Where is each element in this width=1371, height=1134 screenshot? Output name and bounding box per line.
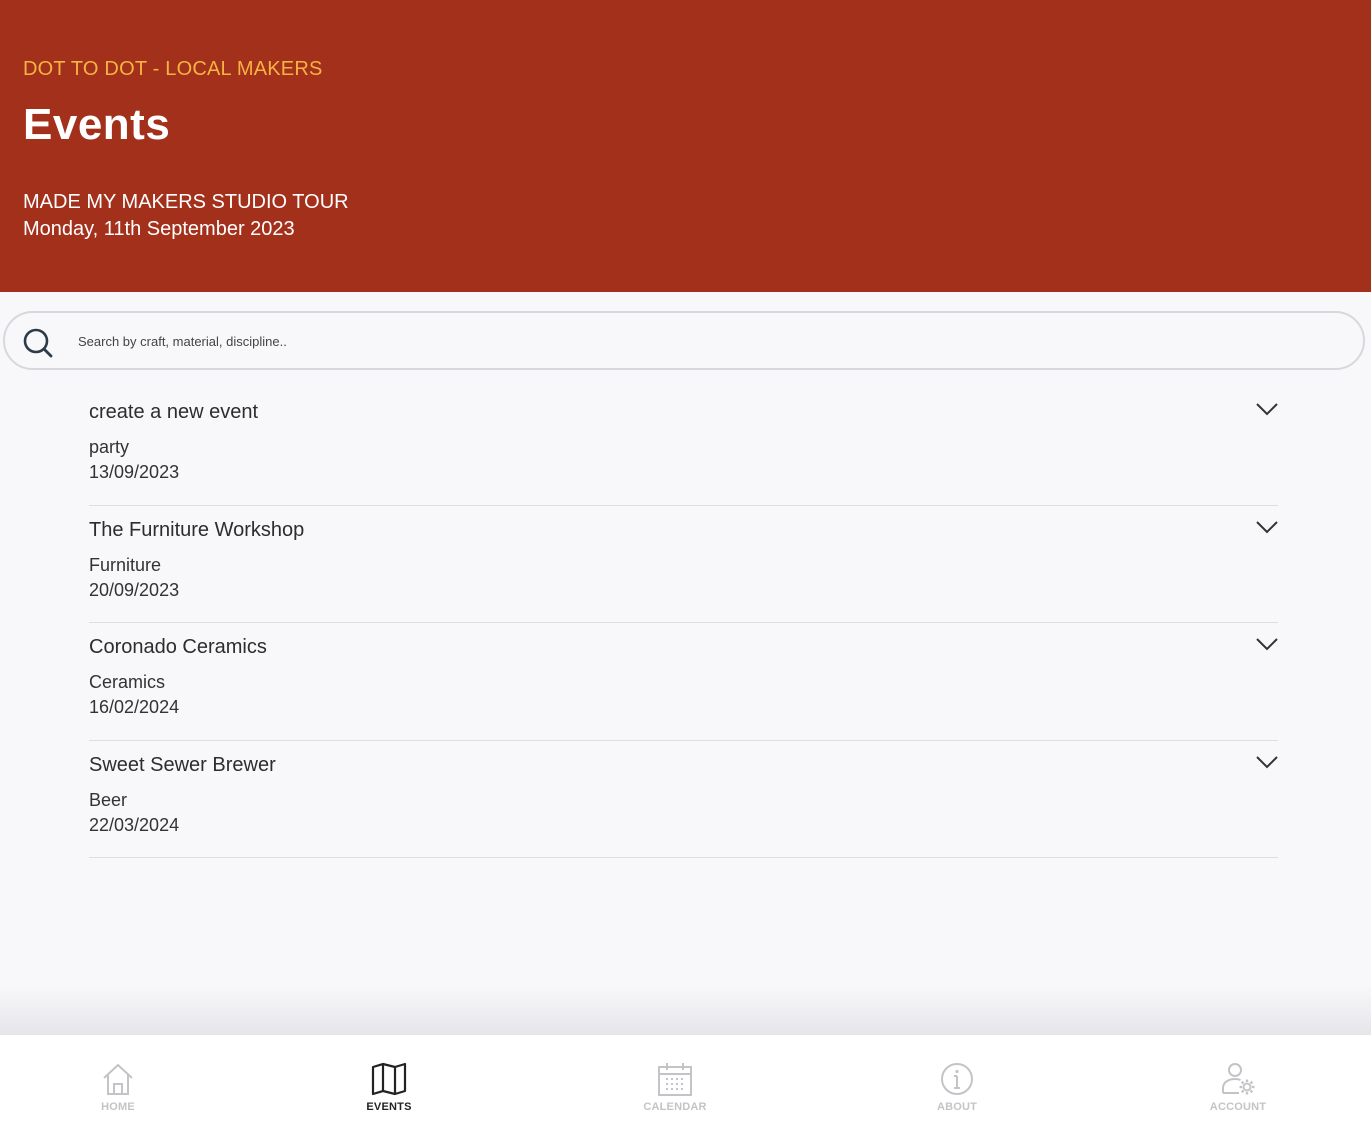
chevron-down-icon[interactable] (1256, 402, 1278, 416)
tab-label: CALENDAR (643, 1101, 707, 1113)
info-icon (941, 1063, 973, 1095)
tab-label: HOME (101, 1101, 135, 1113)
tab-calendar[interactable]: CALENDAR (615, 1035, 735, 1134)
header: DOT TO DOT - LOCAL MAKERS Events MADE MY… (0, 0, 1371, 292)
search-bar[interactable] (3, 311, 1365, 370)
page-title: Events (23, 100, 171, 149)
scroll-fade (0, 985, 1371, 1035)
event-date: 22/03/2024 (89, 814, 180, 835)
event-category: Beer (89, 789, 128, 810)
search-input[interactable] (78, 329, 1278, 353)
event-title: Sweet Sewer Brewer (89, 753, 276, 776)
event-category: Furniture (89, 554, 162, 575)
event-date: 16/02/2024 (89, 697, 180, 717)
event-category: party (89, 437, 130, 457)
tab-label: EVENTS (366, 1101, 412, 1113)
event-date: 13/09/2023 (89, 462, 180, 482)
tour-date: Monday, 11th September 2023 (23, 218, 295, 240)
tab-label: ACCOUNT (1209, 1101, 1267, 1113)
tab-about[interactable]: ABOUT (897, 1035, 1017, 1134)
event-category: Ceramics (89, 672, 166, 692)
tab-label: ABOUT (936, 1101, 978, 1113)
tab-events[interactable]: EVENTS (329, 1035, 449, 1134)
tab-home[interactable]: HOME (58, 1035, 178, 1134)
chevron-down-icon[interactable] (1256, 755, 1278, 769)
tab-account[interactable]: ACCOUNT (1178, 1035, 1298, 1134)
map-icon (371, 1062, 407, 1096)
tab-bar: HOME EVENTS CALENDAR ABOUT ACCOUNT (0, 1035, 1371, 1134)
event-item[interactable]: create a new event party 13/09/2023 (89, 388, 1278, 506)
event-item[interactable]: Coronado Ceramics Ceramics 16/02/2024 (89, 623, 1278, 741)
chevron-down-icon[interactable] (1256, 520, 1278, 534)
chevron-down-icon[interactable] (1256, 637, 1278, 651)
event-title: Coronado Ceramics (89, 636, 267, 658)
account-settings-icon (1222, 1063, 1255, 1095)
event-item[interactable]: Sweet Sewer Brewer Beer 22/03/2024 (89, 741, 1278, 858)
home-icon (103, 1063, 133, 1095)
calendar-icon (658, 1063, 692, 1096)
brand-title: DOT TO DOT - LOCAL MAKERS (23, 58, 323, 80)
event-item[interactable]: The Furniture Workshop Furniture 20/09/2… (89, 506, 1278, 623)
event-title: create a new event (89, 401, 258, 423)
events-list: create a new event party 13/09/2023 The … (89, 388, 1278, 858)
event-title: The Furniture Workshop (89, 518, 305, 541)
search-icon[interactable] (22, 327, 54, 359)
tour-name: MADE MY MAKERS STUDIO TOUR (23, 191, 349, 213)
event-date: 20/09/2023 (89, 579, 180, 600)
